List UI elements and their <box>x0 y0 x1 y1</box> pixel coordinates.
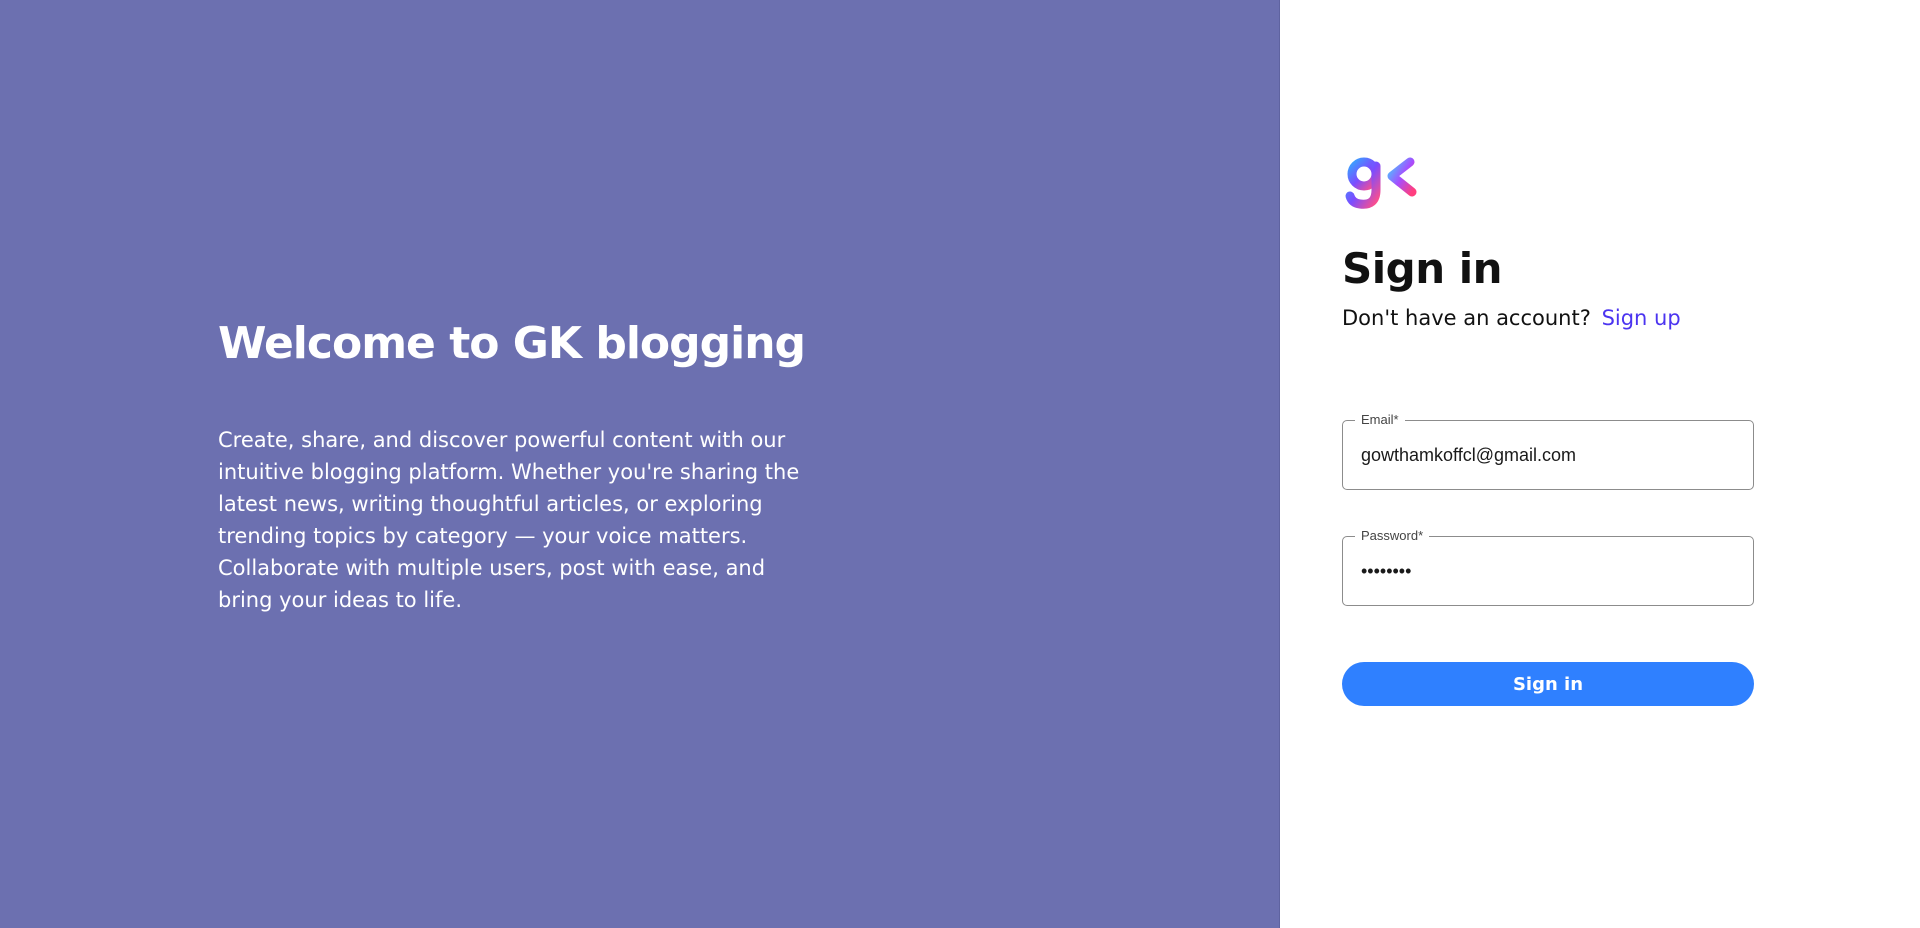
welcome-description: Create, share, and discover powerful con… <box>218 428 800 612</box>
password-field: Password* <box>1342 528 1754 606</box>
sign-in-panel: Sign in Don't have an account? Sign up E… <box>1280 0 1920 928</box>
signup-prompt-text: Don't have an account? <box>1342 306 1591 330</box>
welcome-title: Welcome to GK blogging <box>218 318 806 369</box>
login-page: Welcome to GK blogging Create, share, an… <box>0 0 1920 928</box>
welcome-panel: Welcome to GK blogging Create, share, an… <box>0 0 1280 928</box>
sign-in-button[interactable]: Sign in <box>1342 662 1754 706</box>
gk-logo-icon <box>1342 140 1422 216</box>
signup-link[interactable]: Sign up <box>1602 306 1681 330</box>
sign-in-title: Sign in <box>1342 244 1503 293</box>
signup-prompt: Don't have an account? Sign up <box>1342 306 1681 330</box>
password-input[interactable] <box>1343 537 1753 605</box>
email-field: Email* <box>1342 412 1754 490</box>
email-input[interactable] <box>1343 421 1753 489</box>
